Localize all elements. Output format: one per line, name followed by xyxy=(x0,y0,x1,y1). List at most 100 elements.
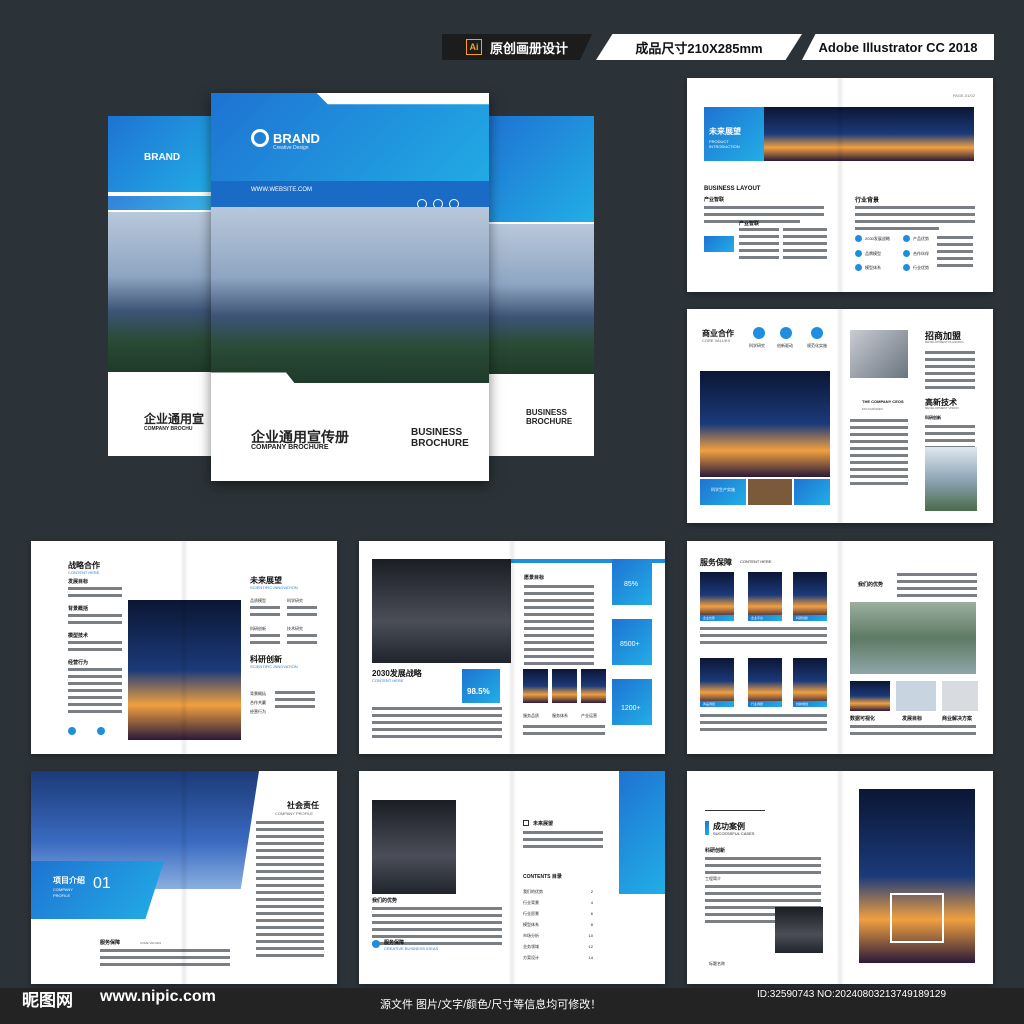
spread1-right-title: 行业背景 xyxy=(855,198,880,204)
chess-image xyxy=(775,907,823,953)
badge-size-label: 成品尺寸210X285mm xyxy=(635,40,763,56)
spread3-right-list: 经营行为 xyxy=(250,709,266,714)
spread6-num: 01 xyxy=(93,875,111,892)
spread-contents: 我们的优势 服务保障 CREATIVE BUSINESS IDEAS 未来展望 … xyxy=(359,771,665,984)
spread1-item: 产业智联 xyxy=(739,221,760,227)
spread8-sub: SUCCESSFUL CASES xyxy=(713,831,755,836)
toc-row: 业务领域 12 xyxy=(523,944,593,949)
spread7-contents: CONTENTS 目录 xyxy=(523,874,562,880)
badge-size: 成品尺寸210X285mm xyxy=(596,34,802,60)
spread1-title: 未来展望 xyxy=(709,127,741,136)
skyscraper-image xyxy=(372,800,456,894)
cover-title-en: COMPANY BROCHURE xyxy=(251,444,329,451)
dubai-night-image xyxy=(128,600,241,740)
badge-software: Adobe Illustrator CC 2018 xyxy=(802,34,994,60)
handshake-image xyxy=(850,330,908,378)
back-title-cn: 企业通用宣 xyxy=(144,412,205,426)
spread5-caption: 企业优势 xyxy=(703,616,716,620)
spread3-right-item: 品质模型 xyxy=(250,598,266,603)
partner-icon xyxy=(903,250,910,257)
spread5-caption: 行业调研 xyxy=(751,702,764,706)
spread2-ceos-sub: FACCAROREN xyxy=(862,407,883,411)
footer-id: ID:32590743 NO:20240803213749189129 xyxy=(757,989,947,1000)
badge-design: Ai 原创画册设计 xyxy=(442,34,592,60)
back-cover-right: BUSINESS BROCHURE xyxy=(488,116,594,456)
toc-row: 行业背景 4 xyxy=(523,900,593,905)
industry-icon xyxy=(903,264,910,271)
spread5-bottom: 商业解决方案 xyxy=(942,716,973,722)
spread1-icon-label: 产品优势 xyxy=(913,236,929,241)
spread5-caption: 创新规划 xyxy=(796,702,809,706)
spread3-item: 模型技术 xyxy=(68,633,89,639)
spread6-bottom: 服务保障 xyxy=(100,940,121,946)
cover-business: BUSINESS xyxy=(411,427,463,438)
spread1-icon-label: 品牌模型 xyxy=(865,251,881,256)
product-icon xyxy=(903,235,910,242)
spread1-layout-cn: 产业智联 xyxy=(704,197,725,203)
spread3-item: 经营行为 xyxy=(68,660,89,666)
spread6-right-title: 社会责任 xyxy=(287,801,319,810)
spread3-sub: CONTENT HERE xyxy=(68,570,100,575)
skyline-line-icon xyxy=(705,791,765,811)
back-cover-left: BRAND WWW.WEBSITE.COM 企业通用宣 COMPANY BROC… xyxy=(108,116,218,456)
spread7-service: 服务保障 xyxy=(384,940,405,946)
spread7-service-sub: CREATIVE BUSINESS IDEAS xyxy=(384,946,439,951)
spread4-goal: 愿景目标 xyxy=(524,575,545,581)
hourglass-icon xyxy=(523,820,529,826)
spread-future: PAGE-01/02 未来展望 PRODUCT INTRODUCTION BUS… xyxy=(687,78,993,292)
spread2-icon-label: 创新驱动 xyxy=(777,343,793,348)
spread3-right-item: 科学研究 xyxy=(287,598,303,603)
spread3-right-item: 技术研究 xyxy=(287,626,303,631)
spread-strategy: 战略合作 CONTENT HERE 发展目标 背景概括 模型技术 经营行为 未来… xyxy=(31,541,337,754)
spread4-stat1: 85% xyxy=(624,581,639,588)
spread2-ceos: THE COMPANY CEOS xyxy=(862,399,904,404)
spread1-layout: BUSINESS LAYOUT xyxy=(704,186,761,192)
spread6-sub2: PROFILE xyxy=(53,893,71,898)
spread4-sub: CONTENT HERE xyxy=(372,678,404,683)
spread3-item: 背景概括 xyxy=(68,606,89,612)
back-brochure: BROCHURE xyxy=(526,417,573,426)
spread5-bottom: 发展目标 xyxy=(902,716,923,722)
research-icon xyxy=(753,327,765,339)
spread2-right-sub: DEVELOPMENT PLANNING xyxy=(925,340,964,344)
spread8-label: 标题名称 xyxy=(709,961,725,966)
badge-software-label: Adobe Illustrator CC 2018 xyxy=(818,39,978,55)
page-number: PAGE-01/02 xyxy=(952,93,975,98)
globe-icon xyxy=(68,727,76,735)
spread3-right-sub2: SCIENTIFIC INNOVATION xyxy=(250,664,298,669)
toc-row: 市场分析 10 xyxy=(523,933,593,938)
spread5-caption: 企业平台 xyxy=(751,616,764,620)
brand-circle-icon xyxy=(251,129,269,147)
spread5-title: 服务保障 xyxy=(700,558,732,567)
spread5-caption: 商品调控 xyxy=(703,702,716,706)
toc-row: 模型体系 8 xyxy=(523,922,593,927)
nipic-url[interactable]: www.nipic.com xyxy=(100,988,216,1006)
spread-cases: 成功案例 SUCCESSFUL CASES 科研创新 工程简介 标题名称 xyxy=(687,771,993,984)
toc-row: 行业愿景 6 xyxy=(523,911,593,916)
standard-icon xyxy=(811,327,823,339)
spread6-right-sub: COMPANY PROFILE xyxy=(275,811,314,816)
brand-subtitle: Creative Design xyxy=(273,145,309,151)
city-skyline-image xyxy=(211,207,489,383)
spread1-icon-label: 合作伙伴 xyxy=(913,251,929,256)
service-icon xyxy=(372,940,380,948)
front-cover: BRAND Creative Design WWW.WEBSITE.COM WW… xyxy=(211,93,489,481)
spread-2030: 愿景目标 85% 8500+ 1200+ 2030发展战略 CONTENT HE… xyxy=(359,541,665,754)
spread1-sub2: INTRODUCTION xyxy=(709,144,740,149)
spread8-research: 科研创新 xyxy=(705,848,726,854)
spread4-stat2: 8500+ xyxy=(620,641,640,648)
brand-logo: BRAND xyxy=(273,131,320,146)
brand-logo-back: BRAND xyxy=(144,152,181,163)
spread5-caption: 科研创新 xyxy=(796,616,809,620)
spread2-icon-label: 规范化实施 xyxy=(807,343,827,348)
spread-service: 服务保障 CONTENT HERE 企业优势 企业平台 科研创新 商品调控 行业… xyxy=(687,541,993,754)
spread1-icon-label: 行业优势 xyxy=(913,265,929,270)
spread2-sub: CORE VALUES xyxy=(702,338,731,343)
aerial-city-image xyxy=(850,602,976,674)
spread6-bottom-sub: CORE VALUES xyxy=(140,941,162,945)
spread4-stat-big: 98.5% xyxy=(467,687,490,696)
spread7-future: 未来展望 xyxy=(533,821,554,827)
spread4-caption: 服务体系 xyxy=(552,713,568,718)
spread2-icon-label: 科学研究 xyxy=(749,343,765,348)
spread5-bottom: 数据可视化 xyxy=(850,716,876,722)
